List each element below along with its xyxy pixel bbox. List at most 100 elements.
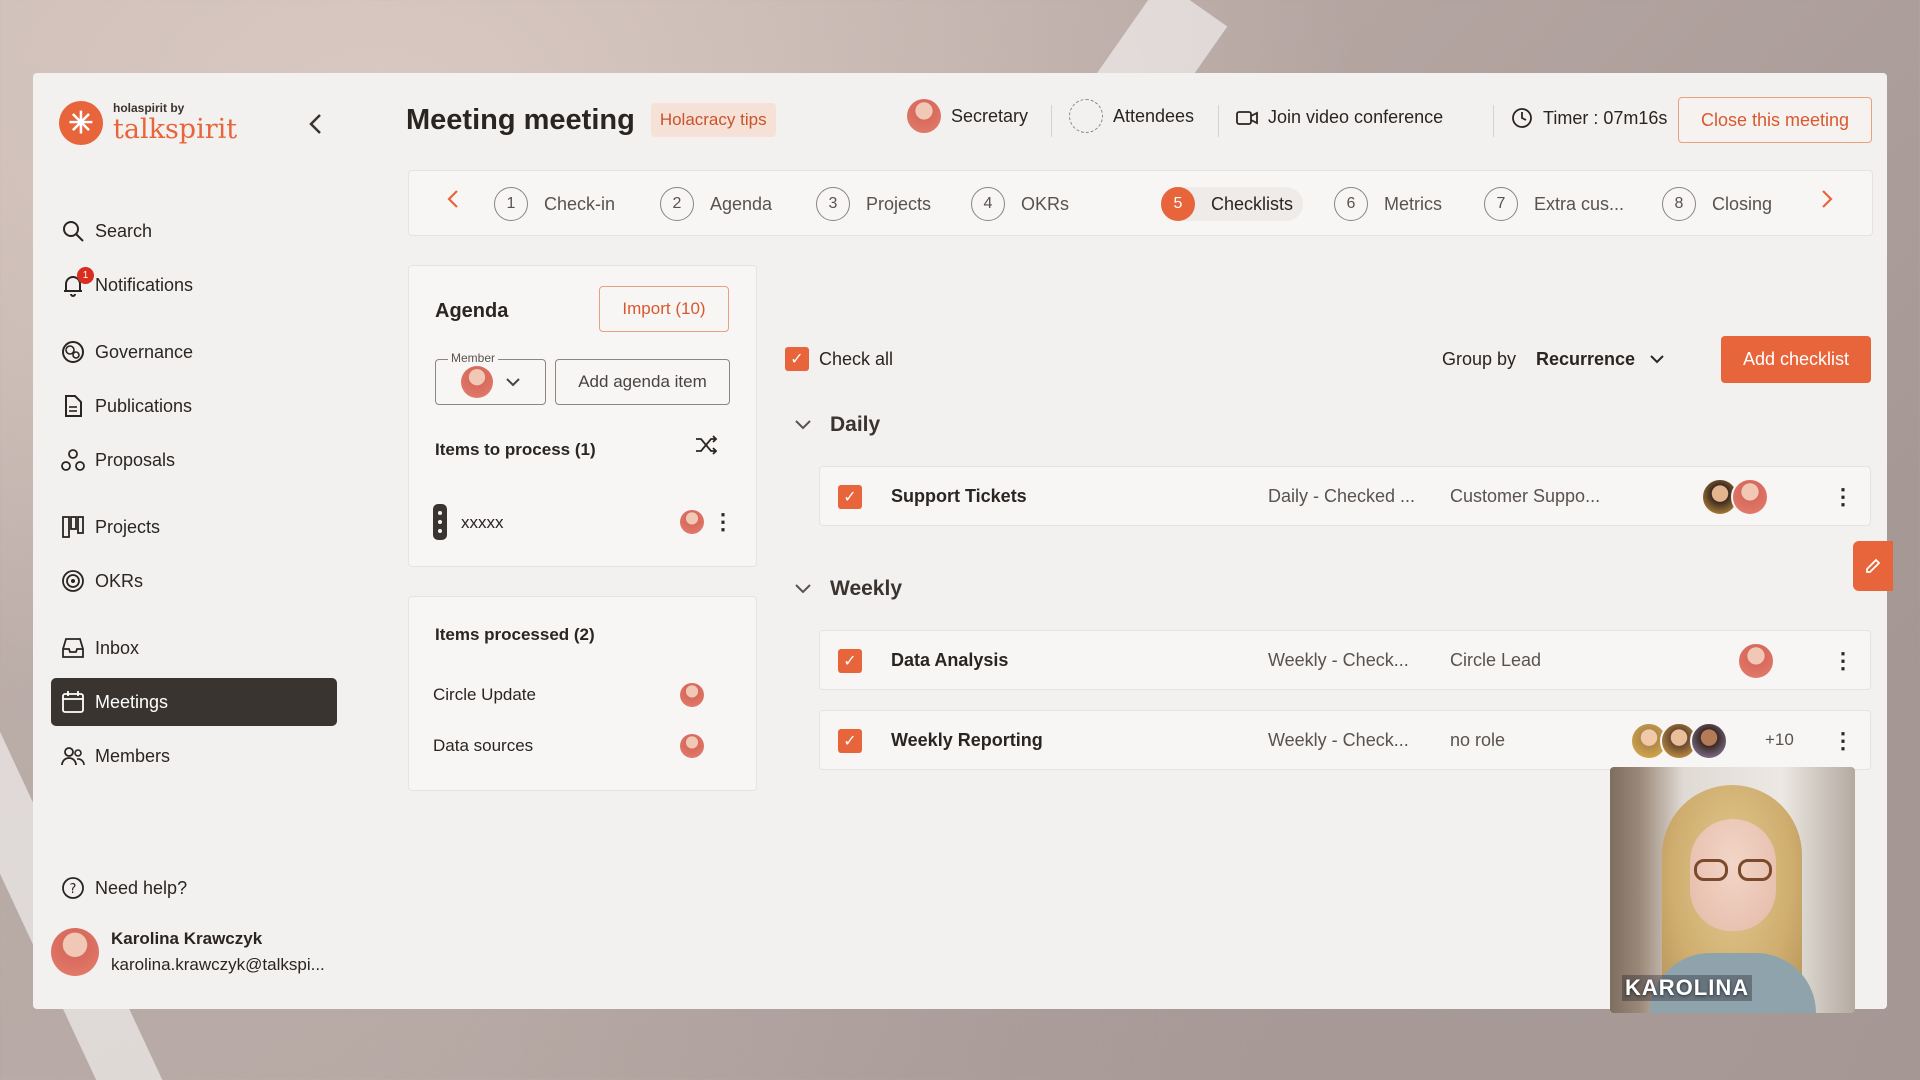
sidebar-item-label: Governance xyxy=(95,341,194,362)
list-item[interactable]: xxxxx ⋮ xyxy=(433,502,734,542)
step-label: Metrics xyxy=(1384,193,1442,214)
video-participant-glasses xyxy=(1694,859,1772,881)
more-options-icon[interactable]: ⋮ xyxy=(1832,646,1854,676)
sidebar-item-notifications[interactable]: 1 Notifications xyxy=(51,261,337,309)
checklist-name: Support Tickets xyxy=(891,486,1027,506)
step-extra[interactable]: 7 Extra cus... xyxy=(1484,187,1624,221)
step-number: 1 xyxy=(494,187,528,221)
sidebar-item-inbox[interactable]: Inbox xyxy=(51,624,337,672)
meeting-steps: 1 Check-in 2 Agenda 3 Projects 4 OKRs 5 Check… xyxy=(408,170,1873,236)
close-meeting-button[interactable]: Close this meeting xyxy=(1678,97,1872,143)
sidebar-item-label: Proposals xyxy=(95,449,176,470)
group-by-label: Group by xyxy=(1442,349,1517,369)
svg-text:?: ? xyxy=(70,882,77,897)
secretary-button[interactable]: Secretary xyxy=(907,99,1028,133)
sidebar-item-search[interactable]: Search xyxy=(51,207,337,255)
need-help-link[interactable]: ? Need help? xyxy=(51,864,337,912)
sidebar-item-publications[interactable]: Publications xyxy=(51,382,337,430)
notification-badge: 1 xyxy=(77,267,94,284)
step-number: 2 xyxy=(660,187,694,221)
list-item[interactable]: Circle Update xyxy=(433,677,733,711)
steps-next-button[interactable] xyxy=(1821,189,1833,215)
list-item[interactable]: Data sources xyxy=(433,728,733,762)
assignee-avatars xyxy=(1701,478,1769,516)
sidebar-item-meetings[interactable]: Meetings xyxy=(51,678,337,726)
group-by-select[interactable]: Recurrence xyxy=(1536,343,1676,375)
step-label: Check-in xyxy=(544,193,616,214)
more-options-icon[interactable]: ⋮ xyxy=(1832,726,1854,756)
chevron-left-icon xyxy=(309,114,321,134)
holacracy-tips-button[interactable]: Holacracy tips xyxy=(650,103,776,137)
join-video-button[interactable]: Join video conference xyxy=(1236,107,1443,128)
sidebar-item-label: Publications xyxy=(95,395,193,416)
governance-icon xyxy=(61,340,85,364)
agenda-item-label: xxxxx xyxy=(461,513,504,532)
checklist-checkbox[interactable]: ✓ xyxy=(838,729,862,753)
divider xyxy=(1493,105,1494,137)
checklist-row[interactable]: ✓ Support Tickets Daily - Checked ... Cu… xyxy=(819,466,1871,526)
sidebar-item-label: Members xyxy=(95,745,171,766)
processed-item-label: Data sources xyxy=(433,736,534,755)
check-all-toggle[interactable]: ✓ Check all xyxy=(785,345,925,373)
edit-side-tab[interactable] xyxy=(1853,541,1893,591)
avatar xyxy=(460,366,493,398)
attendees-label: Attendees xyxy=(1113,105,1195,126)
brand-logo[interactable]: ✳ holaspirit by talkspirit xyxy=(59,101,237,145)
sidebar-item-okrs[interactable]: OKRs xyxy=(51,557,337,605)
group-title: Weekly xyxy=(830,577,902,600)
video-camera-icon xyxy=(1236,110,1258,125)
user-email: karolina.krawczyk@talkspi... xyxy=(111,955,325,974)
video-tile: KAROLINA xyxy=(1610,767,1855,1013)
steps-prev-button[interactable] xyxy=(447,189,459,215)
check-all-label: Check all xyxy=(819,349,894,369)
attendees-button[interactable]: Attendees xyxy=(1069,99,1194,133)
sidebar-item-members[interactable]: Members xyxy=(51,732,337,780)
timer-label: Timer : 07m16s xyxy=(1543,107,1668,128)
checklist-checkbox[interactable]: ✓ xyxy=(838,649,862,673)
more-options-icon[interactable]: ⋮ xyxy=(712,507,734,537)
checklist-row[interactable]: ✓ Weekly Reporting Weekly - Check... no … xyxy=(819,710,1871,770)
add-agenda-item-button[interactable]: Add agenda item xyxy=(555,359,730,405)
sidebar-item-proposals[interactable]: Proposals xyxy=(51,436,337,484)
checklist-role: Circle Lead xyxy=(1450,650,1542,670)
group-header-weekly[interactable]: Weekly xyxy=(794,577,902,601)
check-all-checkbox[interactable]: ✓ xyxy=(785,347,809,371)
step-okrs[interactable]: 4 OKRs xyxy=(971,187,1069,221)
step-agenda[interactable]: 2 Agenda xyxy=(660,187,772,221)
sidebar-item-governance[interactable]: Governance xyxy=(51,328,337,376)
group-header-daily[interactable]: Daily xyxy=(794,413,880,437)
items-to-process-title: Items to process (1) xyxy=(435,440,596,459)
step-closing[interactable]: 8 Closing xyxy=(1662,187,1772,221)
step-check-in[interactable]: 1 Check-in xyxy=(494,187,615,221)
checklist-checkbox[interactable]: ✓ xyxy=(838,485,862,509)
chevron-down-icon xyxy=(795,584,811,594)
sidebar-item-label: Inbox xyxy=(95,637,140,658)
sidebar-item-projects[interactable]: Projects xyxy=(51,503,337,551)
calendar-icon xyxy=(61,690,85,714)
more-options-icon[interactable]: ⋮ xyxy=(1832,482,1854,512)
sidebar-item-label: OKRs xyxy=(95,570,144,591)
import-button[interactable]: Import (10) xyxy=(599,286,729,332)
avatar xyxy=(51,928,99,976)
shuffle-button[interactable] xyxy=(694,434,718,461)
step-metrics[interactable]: 6 Metrics xyxy=(1334,187,1442,221)
drag-handle-icon[interactable] xyxy=(433,504,447,540)
shuffle-icon xyxy=(696,435,718,455)
secretary-label: Secretary xyxy=(951,105,1029,126)
collapse-sidebar-button[interactable] xyxy=(301,109,331,139)
member-select[interactable]: Member xyxy=(435,351,546,405)
divider xyxy=(1218,105,1219,137)
agenda-panel: Agenda Import (10) Member Add agenda ite… xyxy=(408,265,757,567)
divider xyxy=(1051,105,1052,137)
current-user[interactable]: Karolina Krawczyk karolina.krawczyk@talk… xyxy=(51,928,325,976)
clock-icon xyxy=(1512,108,1532,128)
meeting-header: Meeting meeting Holacracy tips Secretary… xyxy=(406,95,1876,145)
add-checklist-button[interactable]: Add checklist xyxy=(1721,336,1871,383)
group-by-value: Recurrence xyxy=(1536,348,1636,369)
checklist-row[interactable]: ✓ Data Analysis Weekly - Check... Circle… xyxy=(819,630,1871,690)
step-projects[interactable]: 3 Projects xyxy=(816,187,931,221)
step-checklists[interactable]: 5 Checklists xyxy=(1161,187,1304,221)
chevron-down-icon xyxy=(505,378,520,387)
sidebar: ✳ holaspirit by talkspirit Search 1 Noti… xyxy=(33,73,363,1009)
processed-panel: Items processed (2) Circle Update Data s… xyxy=(408,596,757,791)
